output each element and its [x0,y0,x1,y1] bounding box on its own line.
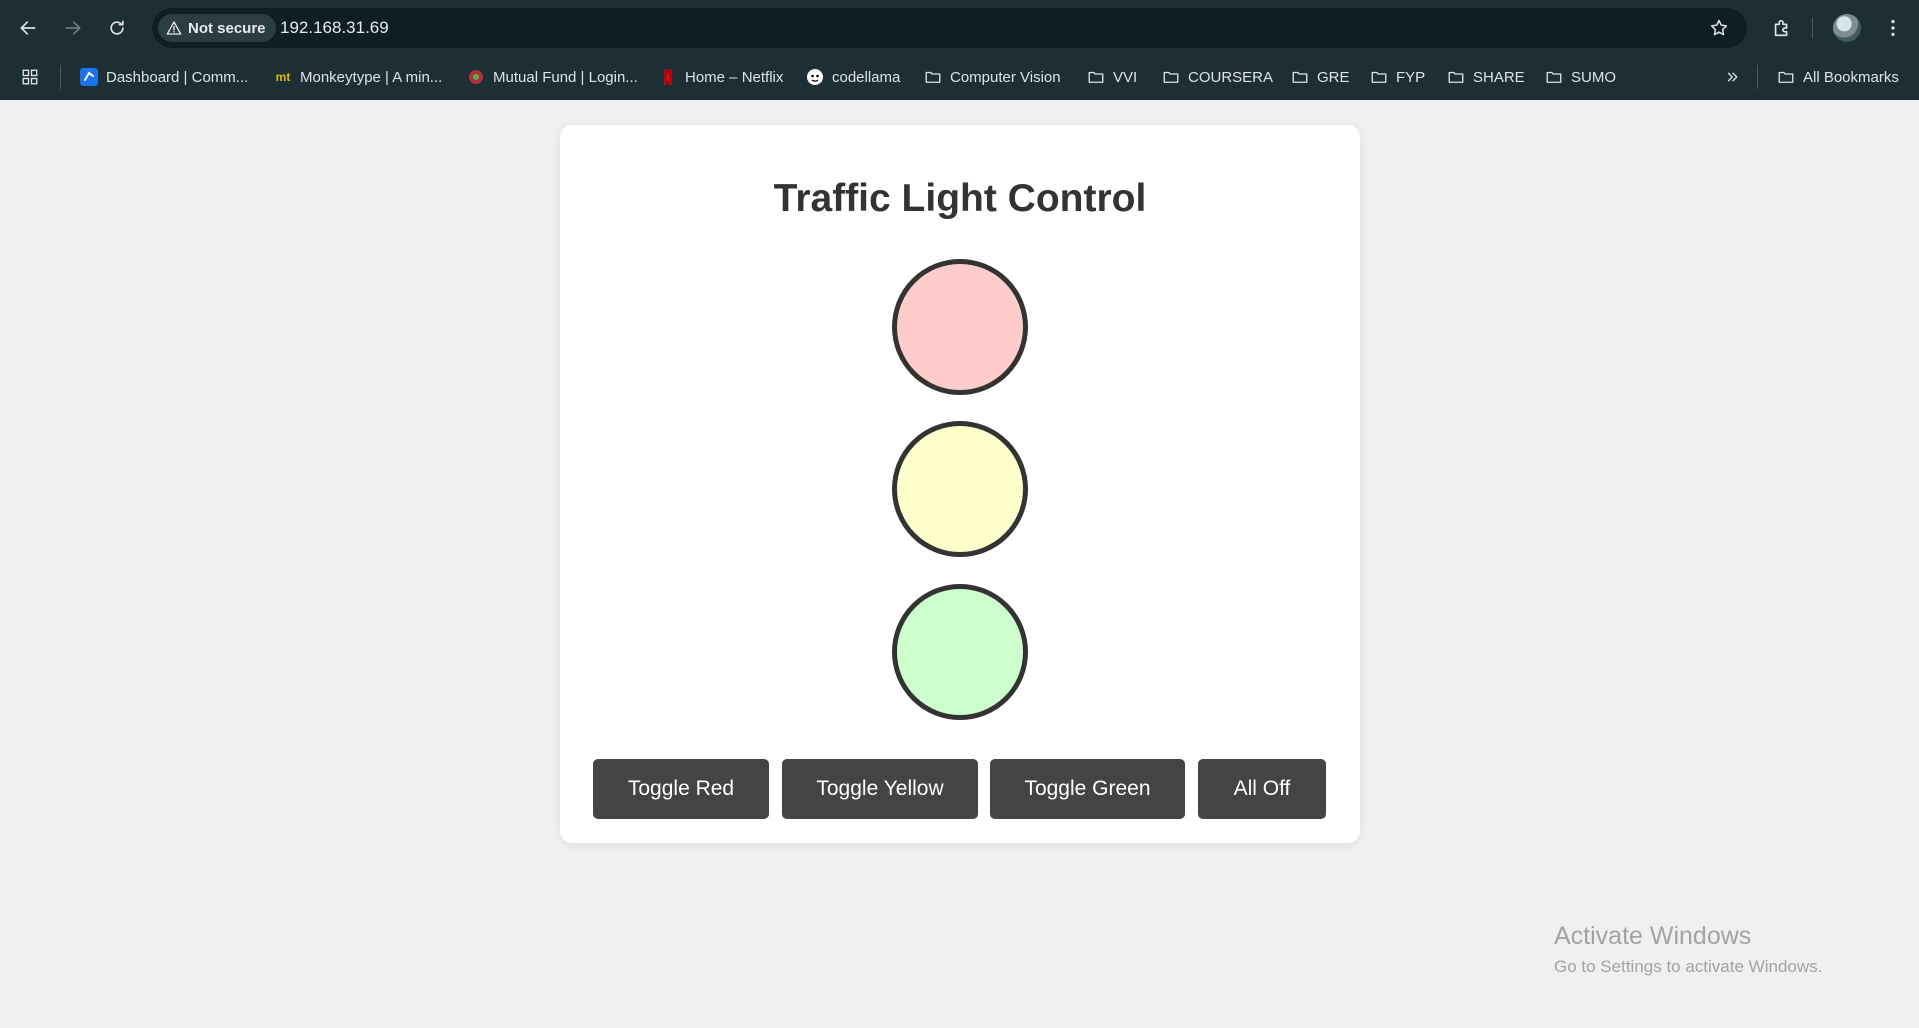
bookmark-mutual-fund[interactable]: Mutual Fund | Login... [461,63,644,91]
address-bar[interactable]: Not secure 192.168.31.69 [152,8,1747,48]
red-light [892,259,1028,395]
bookmark-folder-share[interactable]: SHARE [1441,63,1531,91]
windows-activation-watermark: Activate Windows Go to Settings to activ… [1554,922,1822,977]
toolbar-divider [1812,18,1813,38]
reload-button[interactable] [101,12,133,44]
traffic-light-card: Traffic Light Control Toggle Red Toggle … [560,125,1360,843]
monkeytype-favicon: mt [275,70,291,84]
folder-icon [1447,68,1465,86]
security-label: Not secure [188,19,266,37]
apps-grid-icon [21,68,39,86]
bookmark-monkeytype[interactable]: mt Monkeytype | A min... [268,63,448,91]
kebab-menu-icon [1891,19,1895,37]
mutual-fund-favicon [467,68,485,86]
bookmark-star-button[interactable] [1707,16,1731,40]
bookmark-folder-computer-vision[interactable]: Computer Vision [918,63,1067,91]
star-icon [1710,19,1728,36]
bookmark-folder-coursera[interactable]: COURSERA [1156,63,1279,91]
more-bookmarks-button[interactable] [1718,63,1748,91]
folder-icon [1162,68,1180,86]
bookmark-folder-sumo[interactable]: SUMO [1539,63,1622,91]
bookmarks-divider [1757,65,1758,89]
folder-icon [1291,68,1309,86]
bookmark-folder-vvi[interactable]: VVI [1081,63,1143,91]
green-light [892,584,1028,720]
reload-icon [110,20,124,35]
url-text[interactable]: 192.168.31.69 [280,18,389,38]
warning-icon [166,21,182,35]
watermark-title: Activate Windows [1554,922,1752,950]
page-title: Traffic Light Control [773,177,1147,220]
dashboard-favicon [80,68,98,86]
folder-icon [1545,68,1563,86]
bookmark-dashboard[interactable]: Dashboard | Comm... [74,63,254,91]
profile-avatar[interactable] [1833,14,1861,42]
arrow-right-icon [65,21,81,35]
all-bookmarks-button[interactable]: All Bookmarks [1771,63,1905,91]
folder-icon [1087,68,1105,86]
extensions-button[interactable] [1766,12,1798,44]
apps-button[interactable] [15,63,45,91]
browser-chrome: Not secure 192.168.31.69 Dashboard | Com… [0,0,1919,100]
watermark-subtitle: Go to Settings to activate Windows. [1554,957,1823,976]
arrow-left-icon [20,21,36,35]
bookmark-codellama[interactable]: codellama [800,63,906,91]
bookmark-folder-fyp[interactable]: FYP [1364,63,1431,91]
bookmark-folder-gre[interactable]: GRE [1285,63,1356,91]
puzzle-icon [1774,19,1788,37]
double-chevron-right-icon [1724,68,1742,86]
folder-icon [1370,68,1388,86]
netflix-favicon [659,68,677,86]
bookmarks-bar: Dashboard | Comm... mt Monkeytype | A mi… [0,55,1919,100]
forward-button[interactable] [57,12,89,44]
toggle-red-button[interactable]: Toggle Red [593,759,769,819]
menu-button[interactable] [1877,12,1909,44]
bookmark-netflix[interactable]: Home – Netflix [653,63,789,91]
bookmarks-divider [60,65,61,89]
folder-icon [924,68,942,86]
codellama-favicon [806,68,824,86]
folder-icon [1777,68,1795,86]
security-indicator[interactable]: Not secure [158,14,276,42]
toggle-yellow-button[interactable]: Toggle Yellow [782,759,978,819]
back-button[interactable] [12,12,44,44]
all-off-button[interactable]: All Off [1198,759,1326,819]
toggle-green-button[interactable]: Toggle Green [990,759,1185,819]
yellow-light [892,421,1028,557]
browser-toolbar: Not secure 192.168.31.69 [0,0,1919,55]
